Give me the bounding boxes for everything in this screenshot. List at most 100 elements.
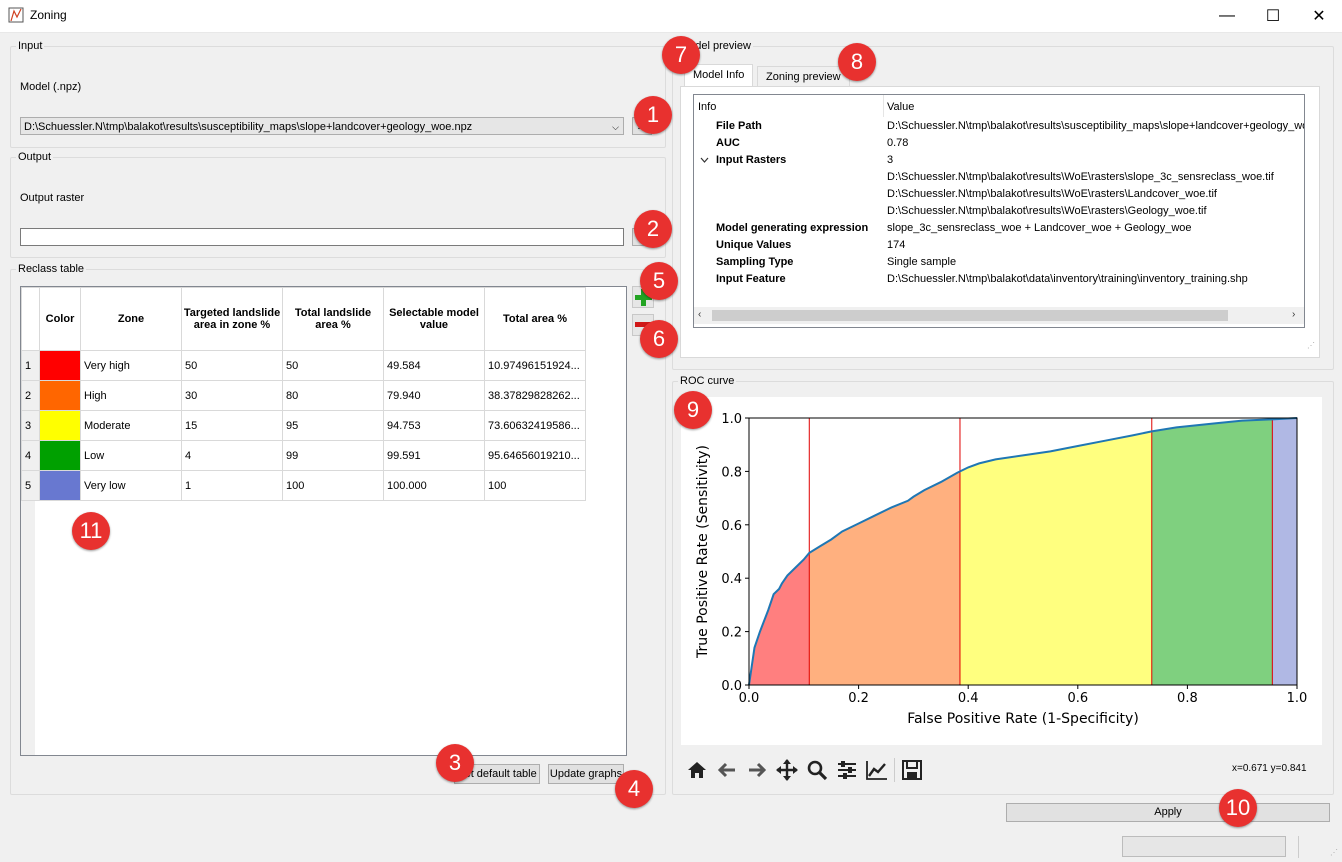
info-key[interactable]: Input Rasters [716, 152, 786, 169]
total-area-cell[interactable]: 38.37829828262... [484, 380, 586, 411]
total-landslide-area-cell[interactable]: 99 [282, 440, 384, 471]
row-header[interactable]: 2 [21, 380, 40, 411]
scroll-left-icon[interactable]: ‹ [698, 309, 701, 320]
collapse-arrow-icon[interactable] [700, 157, 709, 163]
header-color[interactable]: Color [39, 287, 81, 351]
model-path-value: D:\Schuessler.N\tmp\balakot\results\susc… [24, 121, 473, 133]
annotation-badge-2: 2 [634, 210, 672, 248]
forward-icon[interactable] [744, 757, 770, 783]
row-header[interactable]: 4 [21, 440, 40, 471]
annotation-badge-1: 1 [634, 96, 672, 134]
info-value[interactable]: 0.78 [887, 135, 908, 152]
targeted-area-cell[interactable]: 30 [181, 380, 283, 411]
info-key[interactable]: Model generating expression [716, 220, 868, 237]
info-value[interactable]: D:\Schuessler.N\tmp\balakot\results\WoE\… [887, 186, 1217, 203]
info-value[interactable]: D:\Schuessler.N\tmp\balakot\results\susc… [887, 118, 1304, 135]
zone-color-swatch[interactable] [39, 380, 81, 411]
targeted-area-cell[interactable]: 15 [181, 410, 283, 441]
zone-name-cell[interactable]: Very high [80, 350, 182, 381]
roc-group-label: ROC curve [678, 375, 737, 387]
scrollbar-thumb[interactable] [712, 310, 1228, 321]
info-key[interactable]: Input Feature [716, 271, 786, 288]
selectable-value-cell[interactable]: 94.753 [383, 410, 485, 441]
value-column-header[interactable]: Value [887, 99, 914, 116]
back-icon[interactable] [714, 757, 740, 783]
output-raster-label: Output raster [20, 192, 85, 204]
targeted-area-cell[interactable]: 1 [181, 470, 283, 501]
output-raster-input[interactable] [20, 228, 624, 246]
selectable-value-cell[interactable]: 99.591 [383, 440, 485, 471]
row-header[interactable]: 1 [21, 350, 40, 381]
info-key[interactable]: Sampling Type [716, 254, 793, 271]
total-area-cell[interactable]: 95.64656019210... [484, 440, 586, 471]
annotation-badge-6: 6 [640, 320, 678, 358]
info-value[interactable]: slope_3c_sensreclass_woe + Landcover_woe… [887, 220, 1192, 237]
info-value[interactable]: 174 [887, 237, 905, 254]
zone-color-swatch[interactable] [39, 410, 81, 441]
table-row[interactable]: 3 Moderate 15 95 94.753 73.60632419586... [21, 410, 586, 441]
zoom-icon[interactable] [804, 757, 830, 783]
selectable-value-cell[interactable]: 100.000 [383, 470, 485, 501]
header-total-area[interactable]: Total area % [484, 287, 586, 351]
zone-name-cell[interactable]: High [80, 380, 182, 411]
header-total-landslide-area[interactable]: Total landslide area % [282, 287, 384, 351]
info-key[interactable]: File Path [716, 118, 762, 135]
selectable-value-cell[interactable]: 49.584 [383, 350, 485, 381]
total-area-cell[interactable]: 10.97496151924... [484, 350, 586, 381]
table-row[interactable]: 5 Very low 1 100 100.000 100 [21, 470, 586, 501]
roc-zone-area [1272, 418, 1297, 685]
x-tick-label: 0.6 [1067, 691, 1088, 706]
total-landslide-area-cell[interactable]: 100 [282, 470, 384, 501]
row-header[interactable]: 5 [21, 470, 40, 501]
annotation-badge-3: 3 [436, 744, 474, 782]
info-key[interactable]: AUC [716, 135, 740, 152]
info-value[interactable]: D:\Schuessler.N\tmp\balakot\results\WoE\… [887, 169, 1274, 186]
row-header[interactable]: 3 [21, 410, 40, 441]
total-area-cell[interactable]: 73.60632419586... [484, 410, 586, 441]
model-combobox[interactable]: D:\Schuessler.N\tmp\balakot\results\susc… [20, 117, 624, 135]
total-landslide-area-cell[interactable]: 80 [282, 380, 384, 411]
info-column-header[interactable]: Info [698, 99, 716, 116]
zone-color-swatch[interactable] [39, 350, 81, 381]
targeted-area-cell[interactable]: 4 [181, 440, 283, 471]
configure-subplots-icon[interactable] [834, 757, 860, 783]
annotation-badge-4: 4 [615, 770, 653, 808]
header-zone[interactable]: Zone [80, 287, 182, 351]
header-targeted-area[interactable]: Targeted landslide area in zone % [181, 287, 283, 351]
save-icon[interactable] [899, 757, 925, 783]
scroll-right-icon[interactable]: › [1292, 309, 1295, 320]
apply-button[interactable]: Apply [1006, 803, 1330, 822]
home-icon[interactable] [684, 757, 710, 783]
targeted-area-cell[interactable]: 50 [181, 350, 283, 381]
info-key[interactable]: Unique Values [716, 237, 791, 254]
total-landslide-area-cell[interactable]: 95 [282, 410, 384, 441]
selectable-value-cell[interactable]: 79.940 [383, 380, 485, 411]
horizontal-scrollbar[interactable]: ‹ › [694, 307, 1304, 324]
close-button[interactable]: ✕ [1296, 0, 1342, 32]
maximize-button[interactable]: ☐ [1250, 0, 1296, 32]
window-resize-grip-icon[interactable]: ⋰ [1330, 848, 1338, 857]
edit-axis-icon[interactable] [864, 757, 890, 783]
tab-zoning-preview[interactable]: Zoning preview [757, 66, 850, 88]
zone-color-swatch[interactable] [39, 470, 81, 501]
y-tick-label: 0.2 [721, 626, 742, 641]
total-area-cell[interactable]: 100 [484, 470, 586, 501]
total-landslide-area-cell[interactable]: 50 [282, 350, 384, 381]
table-row[interactable]: 4 Low 4 99 99.591 95.64656019210... [21, 440, 586, 471]
zone-name-cell[interactable]: Moderate [80, 410, 182, 441]
header-selectable-model-value[interactable]: Selectable model value [383, 287, 485, 351]
model-label: Model (.npz) [20, 81, 82, 93]
info-value[interactable]: Single sample [887, 254, 956, 271]
pan-icon[interactable] [774, 757, 800, 783]
table-row[interactable]: 1 Very high 50 50 49.584 10.97496151924... [21, 350, 586, 381]
resize-grip-icon[interactable]: ⋰ [1307, 341, 1315, 350]
zone-color-swatch[interactable] [39, 440, 81, 471]
minimize-button[interactable]: — [1204, 0, 1250, 32]
table-row[interactable]: 2 High 30 80 79.940 38.37829828262... [21, 380, 586, 411]
info-value[interactable]: 3 [887, 152, 893, 169]
info-value[interactable]: D:\Schuessler.N\tmp\balakot\results\WoE\… [887, 203, 1207, 220]
zone-name-cell[interactable]: Very low [80, 470, 182, 501]
zone-name-cell[interactable]: Low [80, 440, 182, 471]
info-value[interactable]: D:\Schuessler.N\tmp\balakot\data\invento… [887, 271, 1248, 288]
update-graphs-button[interactable]: Update graphs [548, 764, 624, 784]
